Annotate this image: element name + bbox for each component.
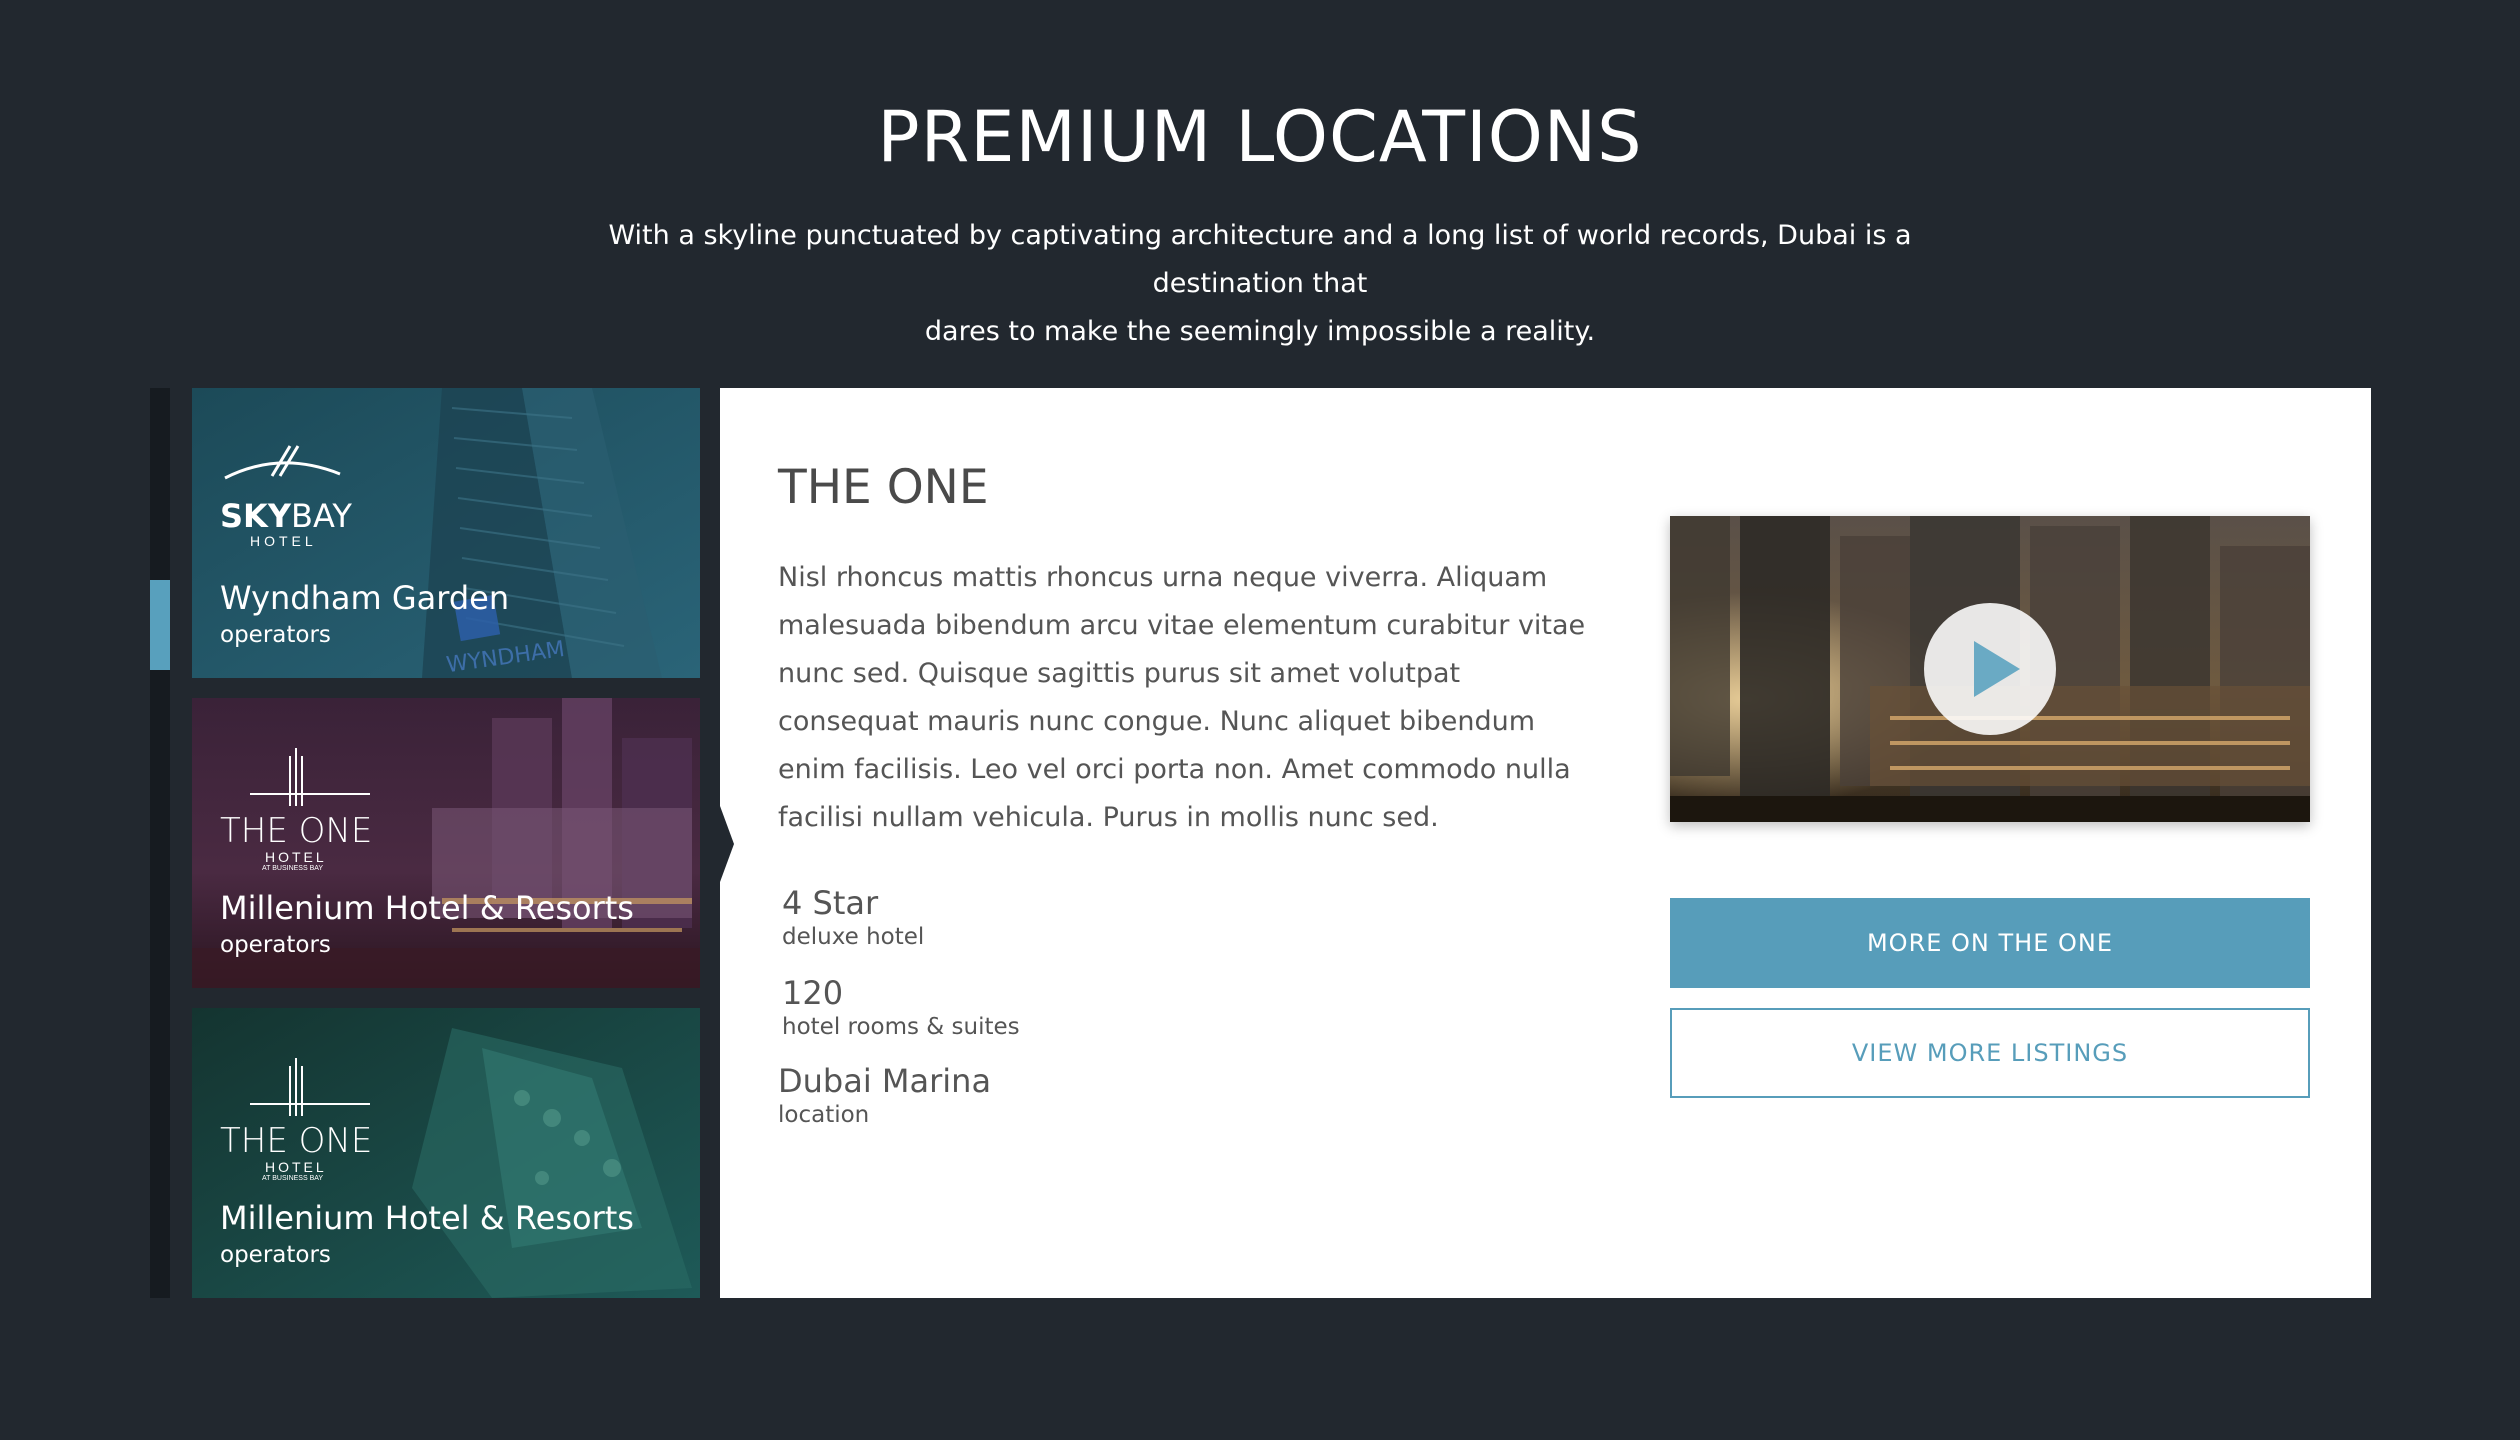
play-button[interactable] [1924, 603, 2056, 735]
skybay-logo-light: BAY [291, 497, 352, 535]
play-icon [1974, 641, 2020, 697]
skybay-logo-mark [224, 445, 341, 480]
location-card-millenium-1[interactable]: THE ONE HOTEL AT BUSINESS BAY Millenium … [192, 698, 700, 988]
page-subtitle: With a skyline punctuated by captivating… [530, 212, 1990, 356]
card-subtitle: operators [220, 1242, 331, 1268]
skybay-logo-sub: HOTEL [250, 533, 317, 549]
stat-value: 120 [782, 974, 844, 1012]
stat-label: hotel rooms & suites [782, 1014, 1020, 1040]
location-card-wyndham[interactable]: WYNDHAM SKYBAY HOTEL Wyndham Garden oper… [192, 388, 700, 678]
card-title: Millenium Hotel & Resorts [220, 1199, 634, 1237]
the-one-logo-mark [250, 748, 370, 806]
the-one-logo-text: THE ONE [220, 811, 373, 851]
the-one-logo-small: AT BUSINESS BAY [262, 865, 324, 872]
the-one-logo: THE ONE HOTEL AT BUSINESS BAY [220, 748, 372, 872]
skybay-logo-bold: SKY [220, 497, 292, 535]
card-subtitle: operators [220, 622, 331, 648]
stat-value: Dubai Marina [778, 1062, 992, 1100]
detail-panel: THE ONE Nisl rhoncus mattis rhoncus urna… [720, 388, 2371, 1298]
stat-label: deluxe hotel [782, 924, 925, 950]
the-one-logo-text: THE ONE [220, 1121, 373, 1161]
view-more-listings-button[interactable]: VIEW MORE LISTINGS [1670, 1008, 2310, 1098]
panel-pointer [720, 806, 734, 882]
video-thumbnail[interactable] [1670, 516, 2310, 822]
more-on-the-one-button[interactable]: MORE ON THE ONE [1670, 898, 2310, 988]
subtitle-line-1: With a skyline punctuated by captivating… [608, 220, 1912, 299]
detail-title: THE ONE [778, 460, 989, 515]
the-one-logo-sub: HOTEL [265, 849, 327, 865]
stat-label: location [778, 1102, 870, 1128]
skybay-logo: SKYBAY HOTEL [220, 438, 352, 549]
stat-rating: 4 Star deluxe hotel [782, 884, 924, 952]
location-card-millenium-2[interactable]: THE ONE HOTEL AT BUSINESS BAY Millenium … [192, 1008, 700, 1298]
the-one-logo-mark [250, 1058, 370, 1116]
list-scrollbar-thumb[interactable] [150, 580, 170, 670]
list-scrollbar-track[interactable] [150, 388, 170, 1298]
card-subtitle: operators [220, 932, 331, 958]
stat-location: Dubai Marina location [778, 1062, 991, 1130]
page-title: PREMIUM LOCATIONS [877, 96, 1643, 178]
stat-rooms: 120 hotel rooms & suites [782, 974, 1020, 1042]
subtitle-line-2: dares to make the seemingly impossible a… [924, 316, 1596, 347]
the-one-logo: THE ONE HOTEL AT BUSINESS BAY [220, 1058, 372, 1182]
stat-value: 4 Star [782, 884, 879, 922]
card-title: Wyndham Garden [220, 579, 510, 617]
detail-description: Nisl rhoncus mattis rhoncus urna neque v… [778, 562, 1586, 833]
the-one-logo-sub: HOTEL [265, 1159, 327, 1175]
the-one-logo-small: AT BUSINESS BAY [262, 1175, 324, 1182]
card-title: Millenium Hotel & Resorts [220, 889, 634, 927]
